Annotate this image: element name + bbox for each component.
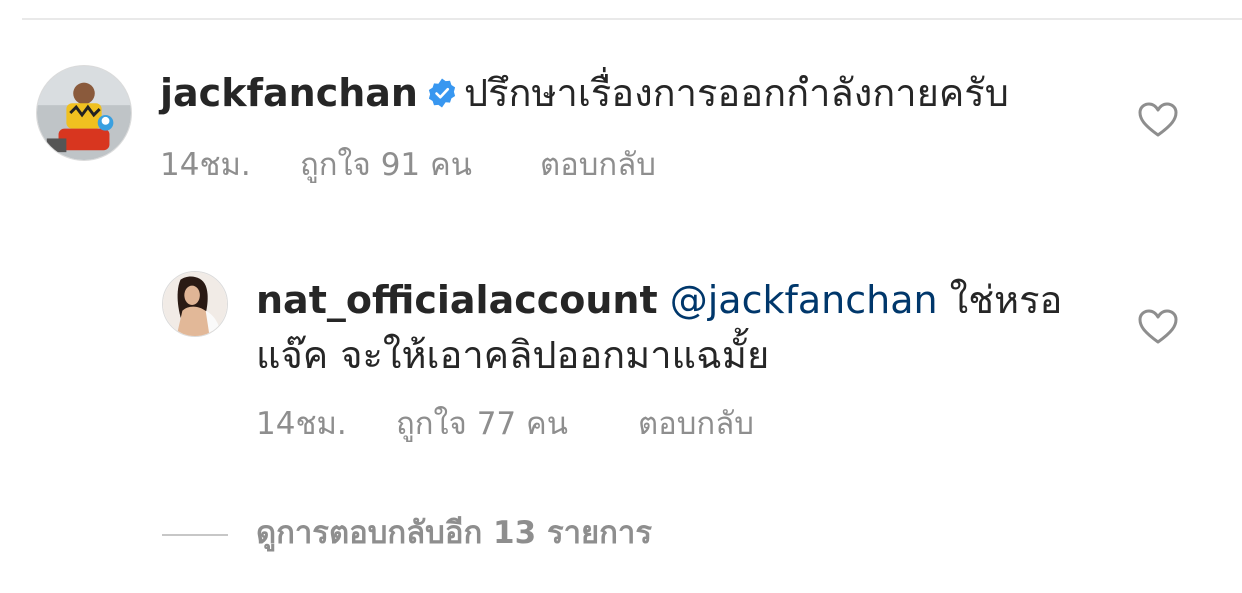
heart-outline-icon[interactable] — [1138, 102, 1178, 138]
reply-text-line-2: แจ๊ค จะให้เอาคลิปออกมาแฉมั้ย — [256, 332, 769, 378]
heart-outline-icon[interactable] — [1138, 309, 1178, 345]
reply-body-part-2: แจ๊ค จะให้เอาคลิปออกมาแฉมั้ย — [256, 333, 770, 377]
reply-body-part-1: ใช่หรอ — [949, 278, 1063, 322]
comment-username[interactable]: jackfanchan — [160, 71, 418, 115]
avatar-nat-officialaccount[interactable] — [162, 271, 228, 337]
view-replies-line — [162, 534, 228, 536]
reply-like-count[interactable]: ถูกใจ 77 คน — [396, 405, 568, 443]
top-divider — [22, 18, 1242, 20]
verified-badge-icon — [426, 73, 458, 108]
reply-text-line-1: nat_officialaccount @jackfanchan ใช่หรอ — [256, 277, 1062, 323]
reply-reply-button[interactable]: ตอบกลับ — [638, 405, 754, 443]
avatar-jackfanchan[interactable] — [36, 65, 132, 161]
comment-text-line: jackfanchan ปรึกษาเรื่องการออกกำลังกายครั… — [160, 70, 1009, 116]
view-more-replies-button[interactable]: ดูการตอบกลับอีก 13 รายการ — [256, 514, 652, 552]
comment-like-count[interactable]: ถูกใจ 91 คน — [300, 146, 472, 184]
reply-timestamp: 14ชม. — [256, 406, 347, 442]
comment-timestamp: 14ชม. — [160, 147, 251, 183]
comment-reply-button[interactable]: ตอบกลับ — [540, 146, 656, 184]
avatar-image — [37, 66, 131, 160]
reply-username[interactable]: nat_officialaccount — [256, 278, 658, 322]
reply-mention-link[interactable]: @jackfanchan — [670, 278, 938, 322]
avatar-image — [163, 272, 227, 336]
comment-body: ปรึกษาเรื่องการออกกำลังกายครับ — [463, 71, 1009, 115]
